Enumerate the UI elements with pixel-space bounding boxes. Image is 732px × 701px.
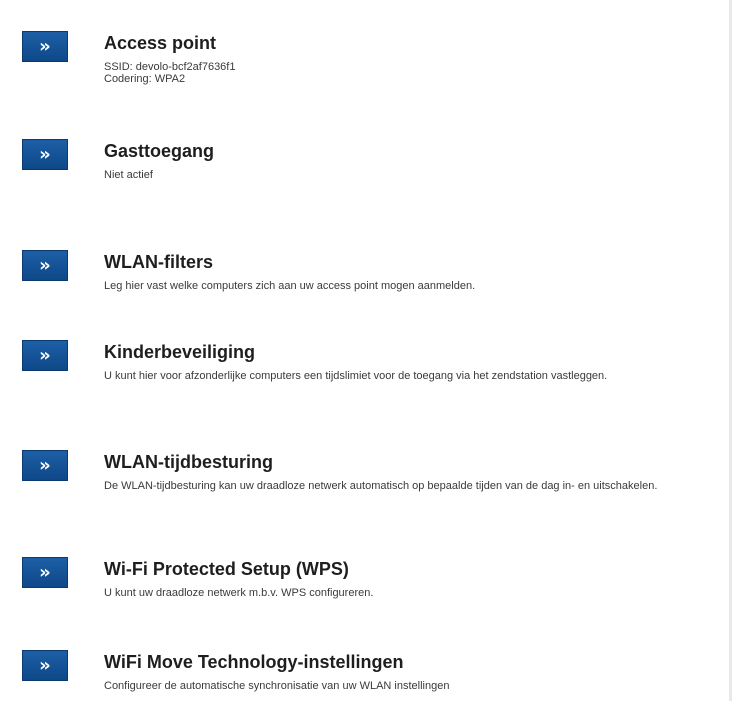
item-description: U kunt uw draadloze netwerk m.b.v. WPS c… <box>104 587 729 599</box>
double-chevron-right-icon: » <box>39 344 51 366</box>
item-title[interactable]: Gasttoegang <box>104 141 214 162</box>
item-title[interactable]: Access point <box>104 33 216 54</box>
open-wlan-schedule-button[interactable]: » <box>22 450 68 481</box>
item-description: Configureer de automatische synchronisat… <box>104 680 729 692</box>
item-title[interactable]: WLAN-tijdbesturing <box>104 452 273 473</box>
menu-item-wlan-schedule[interactable]: » WLAN-tijdbesturing De WLAN-tijdbesturi… <box>0 450 729 530</box>
item-description-line: Configureer de automatische synchronisat… <box>104 680 450 692</box>
wlan-menu-list: » Access point SSID: devolo-bcf2af7636f1… <box>0 0 729 701</box>
open-parental-control-button[interactable]: » <box>22 340 68 371</box>
item-description: Niet actief <box>104 169 729 181</box>
open-wps-button[interactable]: » <box>22 557 68 588</box>
item-title[interactable]: WLAN-filters <box>104 252 213 273</box>
ssid-text: SSID: devolo-bcf2af7636f1 <box>104 61 236 73</box>
double-chevron-right-icon: » <box>39 561 51 583</box>
open-wlan-filters-button[interactable]: » <box>22 250 68 281</box>
double-chevron-right-icon: » <box>39 454 51 476</box>
item-title[interactable]: Kinderbeveiliging <box>104 342 255 363</box>
item-title[interactable]: Wi-Fi Protected Setup (WPS) <box>104 559 349 580</box>
item-description: De WLAN-tijdbesturing kan uw draadloze n… <box>104 480 658 492</box>
double-chevron-right-icon: » <box>39 35 51 57</box>
item-title[interactable]: WiFi Move Technology-instellingen <box>104 652 404 673</box>
double-chevron-right-icon: » <box>39 254 51 276</box>
menu-item-wps[interactable]: » Wi-Fi Protected Setup (WPS) U kunt uw … <box>0 557 729 627</box>
menu-item-guest-access[interactable]: » Gasttoegang Niet actief <box>0 139 729 209</box>
open-wifi-move-button[interactable]: » <box>22 650 68 681</box>
item-description-line: U kunt uw draadloze netwerk m.b.v. WPS c… <box>104 587 374 599</box>
open-access-point-button[interactable]: » <box>22 31 68 62</box>
item-description-line: Leg hier vast welke computers zich aan u… <box>104 280 476 292</box>
menu-item-access-point[interactable]: » Access point SSID: devolo-bcf2af7636f1… <box>0 31 729 111</box>
menu-item-parental-control[interactable]: » Kinderbeveiliging U kunt hier voor afz… <box>0 340 729 420</box>
item-description: SSID: devolo-bcf2af7636f1 Codering: WPA2 <box>104 61 729 85</box>
open-guest-access-button[interactable]: » <box>22 139 68 170</box>
menu-item-wifi-move[interactable]: » WiFi Move Technology-instellingen Conf… <box>0 650 729 701</box>
item-description: Leg hier vast welke computers zich aan u… <box>104 280 729 292</box>
item-description: U kunt hier voor afzonderlijke computers… <box>104 370 608 382</box>
double-chevron-right-icon: » <box>39 654 51 676</box>
double-chevron-right-icon: » <box>39 143 51 165</box>
menu-item-wlan-filters[interactable]: » WLAN-filters Leg hier vast welke compu… <box>0 250 729 320</box>
guest-status-text: Niet actief <box>104 169 153 181</box>
encryption-text: Codering: WPA2 <box>104 73 186 85</box>
